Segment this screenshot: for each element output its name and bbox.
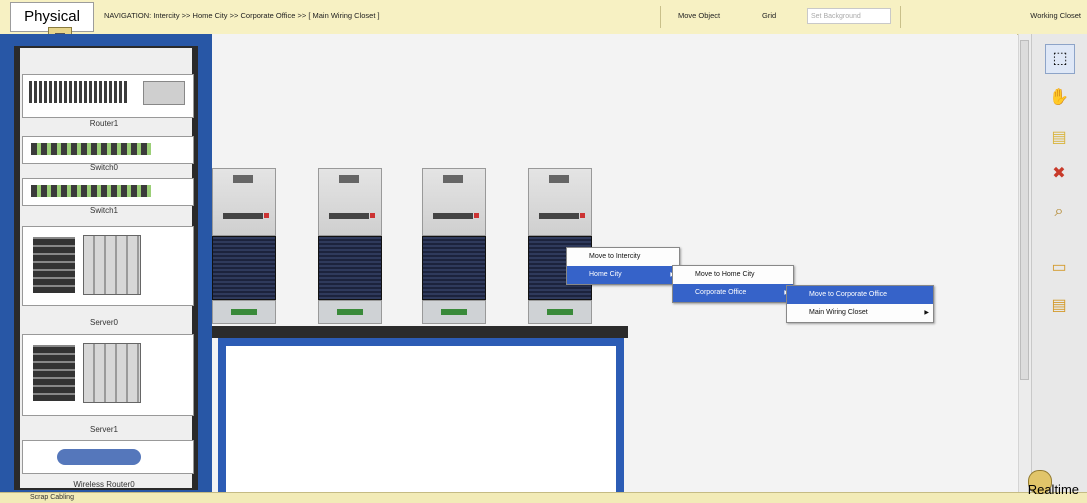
- bottom-status-bar: Scrap Cabling: [0, 492, 1087, 503]
- router-module: [143, 81, 185, 105]
- menu-home-city[interactable]: Home City ▶: [567, 266, 679, 284]
- server0-device[interactable]: [22, 226, 194, 306]
- server1-bays: [33, 345, 75, 401]
- table-frame: [218, 338, 624, 492]
- menu-corporate-office[interactable]: Corporate Office ▶: [673, 284, 793, 302]
- router-device[interactable]: [22, 74, 194, 118]
- server0-bays: [33, 237, 75, 293]
- note-tool-icon[interactable]: ▤: [1045, 124, 1073, 152]
- switch1-device[interactable]: [22, 178, 194, 206]
- pc-device[interactable]: [422, 168, 486, 328]
- device-label: Router1: [89, 119, 119, 128]
- router-ports: [29, 81, 129, 103]
- menu-main-wiring-closet[interactable]: Main Wiring Closet ▶: [787, 304, 933, 322]
- scrap-cabling-label: Scrap Cabling: [30, 494, 74, 501]
- toolbar-separator: [900, 6, 901, 28]
- breadcrumb-main-wiring-closet[interactable]: [ Main Wiring Closet ]: [308, 11, 379, 20]
- set-background-button[interactable]: Set Background: [807, 8, 891, 24]
- draw-shape-tool-icon[interactable]: ▭: [1045, 254, 1073, 282]
- switch1-ports: [31, 185, 151, 197]
- wireless-router-device[interactable]: [22, 440, 194, 474]
- menu-home-city-label: Home City: [589, 271, 622, 278]
- menu-move-to-intercity[interactable]: Move to Intercity: [567, 248, 679, 266]
- switch0-ports: [31, 143, 151, 155]
- submenu-arrow-icon: ▶: [924, 310, 929, 316]
- device-label: Switch0: [89, 163, 118, 172]
- move-object-button[interactable]: Move Object: [678, 11, 720, 20]
- context-menu-level1: Move to Intercity Home City ▶: [566, 247, 680, 285]
- breadcrumb-corporate-office[interactable]: Corporate Office >>: [240, 11, 306, 20]
- wireless-router-body: [57, 449, 141, 465]
- table-top: [212, 326, 628, 338]
- navigation-label: NAVIGATION:: [104, 11, 152, 20]
- grid-button[interactable]: Grid: [762, 11, 776, 20]
- pc-device[interactable]: [318, 168, 382, 328]
- delete-tool-icon[interactable]: ✖: [1045, 160, 1073, 188]
- device-label: Server0: [89, 318, 118, 327]
- toolbar-separator: [660, 6, 661, 28]
- navigation-breadcrumb: NAVIGATION: Intercity >> Home City >> Co…: [104, 11, 380, 20]
- menu-corporate-office-label: Corporate Office: [695, 289, 747, 296]
- server1-device[interactable]: [22, 334, 194, 416]
- working-closet-button[interactable]: Working Closet: [1030, 11, 1081, 20]
- server1-panel: [83, 343, 141, 403]
- menu-main-wiring-closet-label: Main Wiring Closet: [809, 309, 868, 316]
- switch0-device[interactable]: [22, 136, 194, 164]
- breadcrumb-home-city[interactable]: Home City >>: [193, 11, 239, 20]
- server0-panel: [83, 235, 141, 295]
- pc-device[interactable]: [212, 168, 276, 328]
- device-label: Switch1: [89, 206, 118, 215]
- device-label: Server1: [89, 425, 118, 434]
- inspect-tool-icon[interactable]: ⌕: [1045, 198, 1073, 226]
- context-menu-level3: Move to Corporate Office Main Wiring Clo…: [786, 285, 934, 323]
- menu-move-to-home-city[interactable]: Move to Home City: [673, 266, 793, 284]
- device-label: Wireless Router0: [73, 480, 135, 489]
- context-menu-level2: Move to Home City Corporate Office ▶: [672, 265, 794, 303]
- select-tool-icon[interactable]: ⬚: [1045, 44, 1075, 74]
- scrollbar-thumb[interactable]: [1020, 40, 1029, 380]
- breadcrumb-intercity[interactable]: Intercity >>: [153, 11, 190, 20]
- realtime-mode-label[interactable]: Realtime: [1028, 482, 1079, 497]
- top-toolbar: Physical NAVIGATION: Intercity >> Home C…: [0, 0, 1087, 35]
- menu-move-to-corporate-office[interactable]: Move to Corporate Office: [787, 286, 933, 304]
- hand-tool-icon[interactable]: ✋: [1045, 84, 1073, 112]
- resize-shape-tool-icon[interactable]: ▤: [1045, 292, 1073, 320]
